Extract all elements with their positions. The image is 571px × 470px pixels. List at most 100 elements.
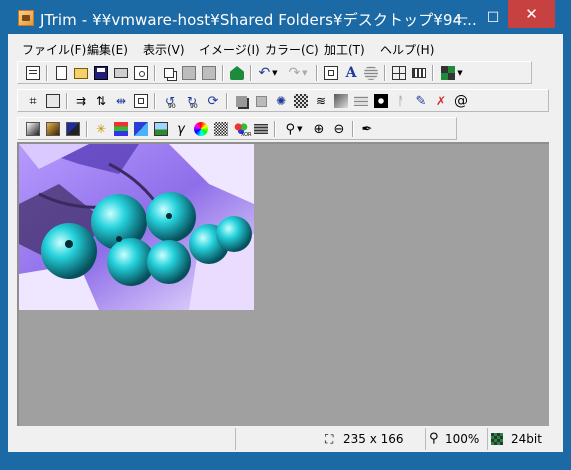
- zoom-level-text: 100%: [445, 432, 480, 446]
- copy-icon: [164, 68, 174, 78]
- window-title: JTrim - ¥¥vmware-host¥Shared Folders¥デスク…: [40, 11, 477, 29]
- filmstrip-button[interactable]: [410, 64, 428, 82]
- open-recent-button[interactable]: [24, 64, 42, 82]
- xor-button[interactable]: XOR: [232, 120, 252, 138]
- new-button[interactable]: [52, 64, 70, 82]
- sparkle-button[interactable]: ✳: [92, 120, 110, 138]
- separator: [154, 65, 156, 81]
- dither-button[interactable]: [212, 120, 230, 138]
- palette-dropdown-button[interactable]: ▼: [438, 64, 466, 82]
- invert-button[interactable]: [64, 120, 82, 138]
- thumbnail-button[interactable]: [390, 64, 408, 82]
- shadow-button[interactable]: [232, 92, 250, 110]
- crop-icon: ⌗: [29, 93, 37, 109]
- gradient-button[interactable]: [252, 120, 270, 138]
- picture-button[interactable]: [152, 120, 170, 138]
- gamma-button[interactable]: γ: [172, 120, 190, 138]
- open-button[interactable]: [72, 64, 90, 82]
- flip-horizontal-icon: ⇉: [75, 94, 87, 108]
- toolbar-row-1: ↶ ▼ ↷ ▼ A ▼: [17, 61, 532, 84]
- menu-color[interactable]: カラー(C): [265, 41, 319, 58]
- separator: [352, 121, 354, 137]
- emboss-button[interactable]: [332, 92, 350, 110]
- paste-new-button[interactable]: [200, 64, 218, 82]
- menu-file[interactable]: ファイル(F): [22, 41, 86, 58]
- grayscale-button[interactable]: [24, 120, 42, 138]
- menu-help[interactable]: ヘルプ(H): [380, 41, 434, 58]
- image-size-icon: ⛶: [325, 432, 334, 446]
- canvas-size-button[interactable]: [132, 92, 150, 110]
- copy-button[interactable]: [160, 64, 178, 82]
- rotate-right-90-button[interactable]: ↻ 90: [182, 92, 202, 110]
- pen-button[interactable]: ✎: [412, 92, 430, 110]
- folder-open-icon: [74, 67, 88, 79]
- printer-icon: [114, 68, 128, 78]
- effect-button[interactable]: ᚨ: [392, 92, 410, 110]
- flip-horizontal-button[interactable]: ⇉: [72, 92, 90, 110]
- zoom-status-icon: ⚲: [429, 431, 439, 446]
- mosaic-button[interactable]: [292, 92, 310, 110]
- rgb-adjust-button[interactable]: [112, 120, 130, 138]
- swirl-button[interactable]: @: [452, 92, 470, 110]
- invert-icon: [66, 122, 80, 136]
- crop-button[interactable]: ⌗: [24, 92, 42, 110]
- capture-button[interactable]: [228, 64, 246, 82]
- sepia-button[interactable]: [44, 120, 62, 138]
- status-bar: ⛶ 235 x 166 ⚲ 100% 24bit: [17, 428, 549, 450]
- maximize-button[interactable]: ☐: [479, 8, 507, 28]
- color-wheel-button[interactable]: [192, 120, 210, 138]
- frame-button[interactable]: [252, 92, 270, 110]
- burst-button[interactable]: ✺: [272, 92, 290, 110]
- zoom-out-button[interactable]: ⊖: [330, 120, 348, 138]
- menu-image[interactable]: イメージ(I): [199, 41, 260, 58]
- eyedropper-button[interactable]: ✒: [358, 120, 376, 138]
- image-content: [19, 144, 254, 310]
- sphere-button[interactable]: [362, 64, 380, 82]
- zoom-dropdown-button[interactable]: ⚲ ▼: [280, 120, 308, 138]
- spot-button[interactable]: [372, 92, 390, 110]
- flip-vertical-button[interactable]: ⇅: [92, 92, 110, 110]
- app-icon[interactable]: [18, 10, 34, 26]
- color-wheel-icon: [194, 122, 208, 136]
- eraser-button[interactable]: ✗: [432, 92, 450, 110]
- title-bar[interactable]: JTrim - ¥¥vmware-host¥Shared Folders¥デスク…: [0, 0, 571, 34]
- zoom-in-button[interactable]: ⊕: [310, 120, 328, 138]
- mirror-button[interactable]: ⇹: [112, 92, 130, 110]
- emboss-icon: [334, 94, 348, 108]
- print-button[interactable]: [112, 64, 130, 82]
- sepia-icon: [46, 122, 60, 136]
- menu-bar: ファイル(F) 編集(E) 表示(V) イメージ(I) カラー(C) 加工(T)…: [8, 38, 563, 58]
- mosaic-icon: [294, 94, 308, 108]
- rotate-left-90-button[interactable]: ↺ 90: [160, 92, 180, 110]
- brightness-button[interactable]: [132, 120, 150, 138]
- fit-window-button[interactable]: [322, 64, 340, 82]
- sphere-icon: [364, 66, 378, 80]
- burst-icon: ✺: [275, 94, 287, 108]
- open-recent-icon: [26, 66, 40, 80]
- save-button[interactable]: [92, 64, 110, 82]
- paste-button[interactable]: [180, 64, 198, 82]
- wave-button[interactable]: ≋: [312, 92, 330, 110]
- undo-button[interactable]: ↶ ▼: [255, 64, 281, 82]
- print-preview-button[interactable]: [132, 64, 150, 82]
- status-size-cell: [235, 428, 325, 450]
- separator: [66, 93, 68, 109]
- redo-button[interactable]: ↷ ▼: [285, 64, 311, 82]
- brick-button[interactable]: [352, 92, 370, 110]
- text-button[interactable]: A: [342, 64, 360, 82]
- rotate-free-button[interactable]: ⟳: [204, 92, 222, 110]
- separator: [274, 121, 276, 137]
- separator: [154, 93, 156, 109]
- image-view[interactable]: [19, 144, 254, 310]
- gradient-icon: [254, 124, 268, 134]
- paste-icon: [182, 66, 196, 80]
- image-canvas[interactable]: [17, 142, 549, 426]
- minimize-button[interactable]: —: [447, 8, 475, 28]
- menu-edit[interactable]: 編集(E): [87, 41, 128, 58]
- rotate-right-label: 90: [190, 103, 198, 110]
- resize-button[interactable]: [44, 92, 62, 110]
- close-button[interactable]: ✕: [508, 0, 555, 28]
- color-depth-text: 24bit: [511, 432, 542, 446]
- menu-process[interactable]: 加工(T): [324, 41, 365, 58]
- menu-view[interactable]: 表示(V): [143, 41, 185, 58]
